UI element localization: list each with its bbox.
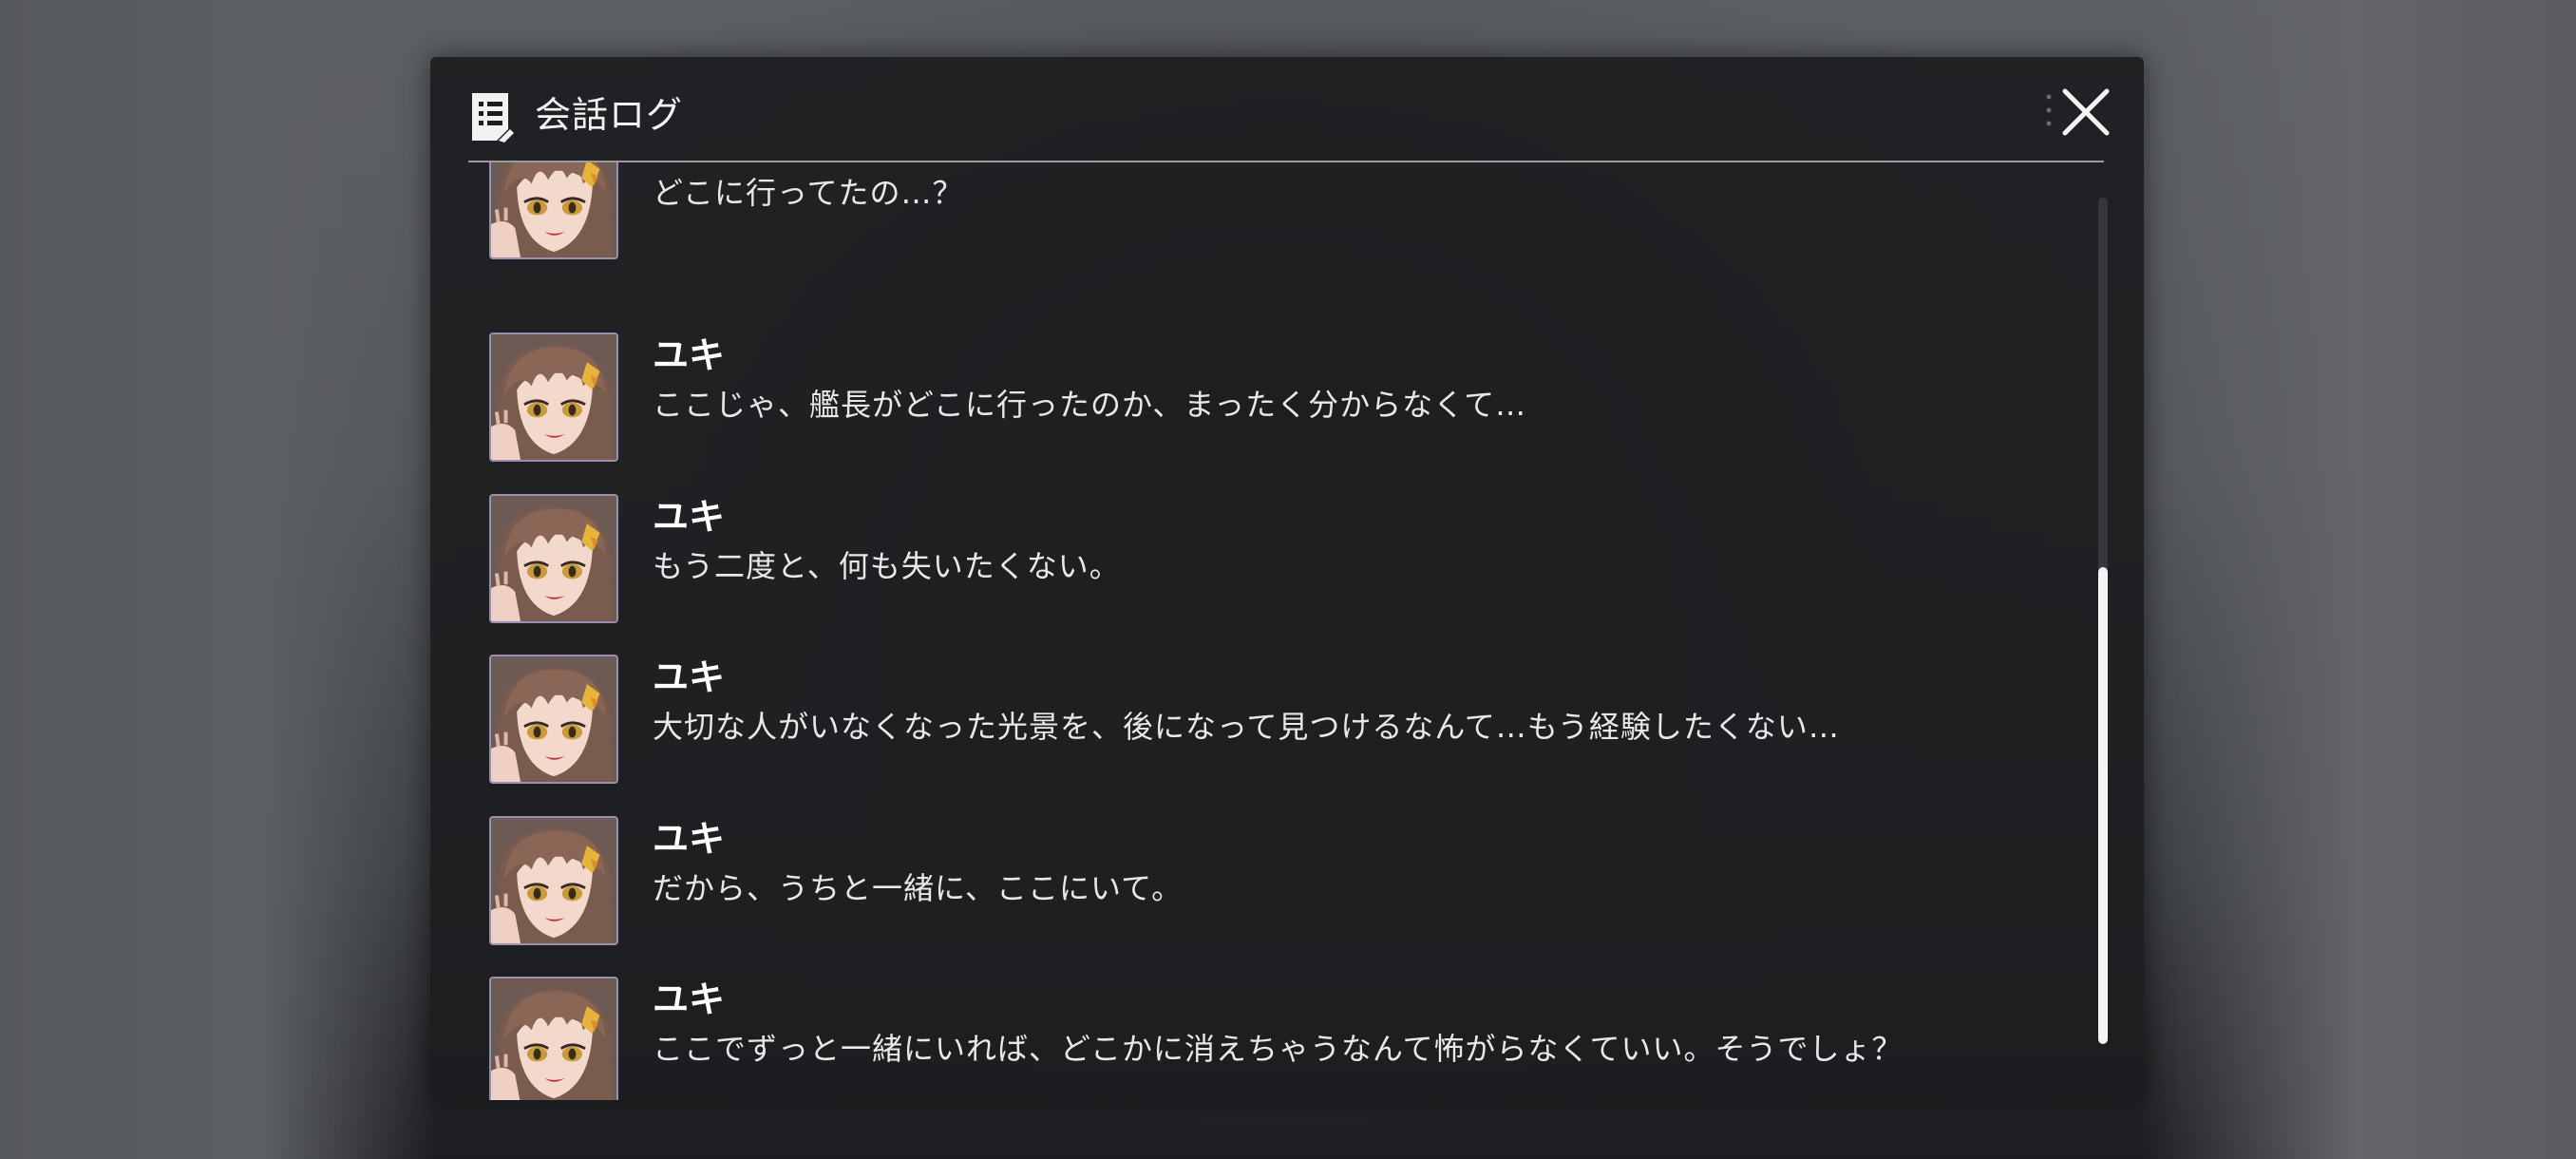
speaker-name: ユキ — [653, 818, 726, 860]
avatar — [489, 977, 618, 1100]
background-blur-left — [0, 0, 437, 1159]
speaker-name: ユキ — [653, 656, 726, 698]
close-icon[interactable] — [2057, 84, 2114, 141]
log-entry: ユキ もう二度と、何も失いたくない。 — [489, 494, 2009, 627]
scrollbar-thumb[interactable] — [2098, 567, 2108, 1044]
log-text: ここじゃ、艦長がどこに行ったのか、まったく分からなくて… — [653, 387, 1527, 423]
avatar — [489, 332, 618, 462]
log-entry: どこに行ってたの…？ — [489, 162, 2009, 263]
avatar — [489, 816, 618, 945]
log-entry: ユキ だから、うちと一緒に、ここにいて。 — [489, 816, 2009, 949]
log-list[interactable]: どこに行ってたの…？ ユキ ここじゃ、艦長がどこに行ったのか、まったく分からなく… — [430, 162, 2102, 1100]
speaker-name: ユキ — [653, 334, 726, 376]
game-background: 会話ログ どこに行ってたの…？ ユキ ここじゃ、艦長がどこに行ったのか、まったく… — [0, 0, 2576, 1159]
log-entry: ユキ ここじゃ、艦長がどこに行ったのか、まったく分からなくて… — [489, 332, 2009, 466]
speaker-name: ユキ — [653, 496, 726, 538]
conversation-log-dialog: 会話ログ どこに行ってたの…？ ユキ ここじゃ、艦長がどこに行ったのか、まったく… — [430, 57, 2144, 1100]
log-document-icon — [470, 91, 516, 142]
avatar — [489, 655, 618, 784]
log-entry: ユキ 大切な人がいなくなった光景を、後になって見つけるなんて…もう経験したくない… — [489, 655, 2009, 788]
background-blur-right — [2139, 0, 2576, 1159]
log-text: どこに行ってたの…？ — [653, 175, 964, 211]
log-entry: ユキ ここでずっと一緒にいれば、どこかに消えちゃうなんて怖がらなくていい。そうで… — [489, 977, 2009, 1100]
dialog-header: 会話ログ — [430, 57, 2144, 162]
close-button[interactable] — [2057, 84, 2114, 141]
log-text: 大切な人がいなくなった光景を、後になって見つけるなんて…もう経験したくない… — [653, 709, 1840, 745]
log-text: ここでずっと一緒にいれば、どこかに消えちゃうなんて怖がらなくていい。そうでしょ？ — [653, 1031, 1904, 1067]
divider-dots-icon — [2045, 93, 2053, 135]
dialog-title: 会話ログ — [535, 94, 684, 136]
avatar — [489, 162, 618, 259]
avatar — [489, 494, 618, 623]
log-text: だから、うちと一緒に、ここにいて。 — [653, 870, 1184, 906]
log-text: もう二度と、何も失いたくない。 — [653, 548, 1121, 584]
speaker-name: ユキ — [653, 978, 726, 1020]
